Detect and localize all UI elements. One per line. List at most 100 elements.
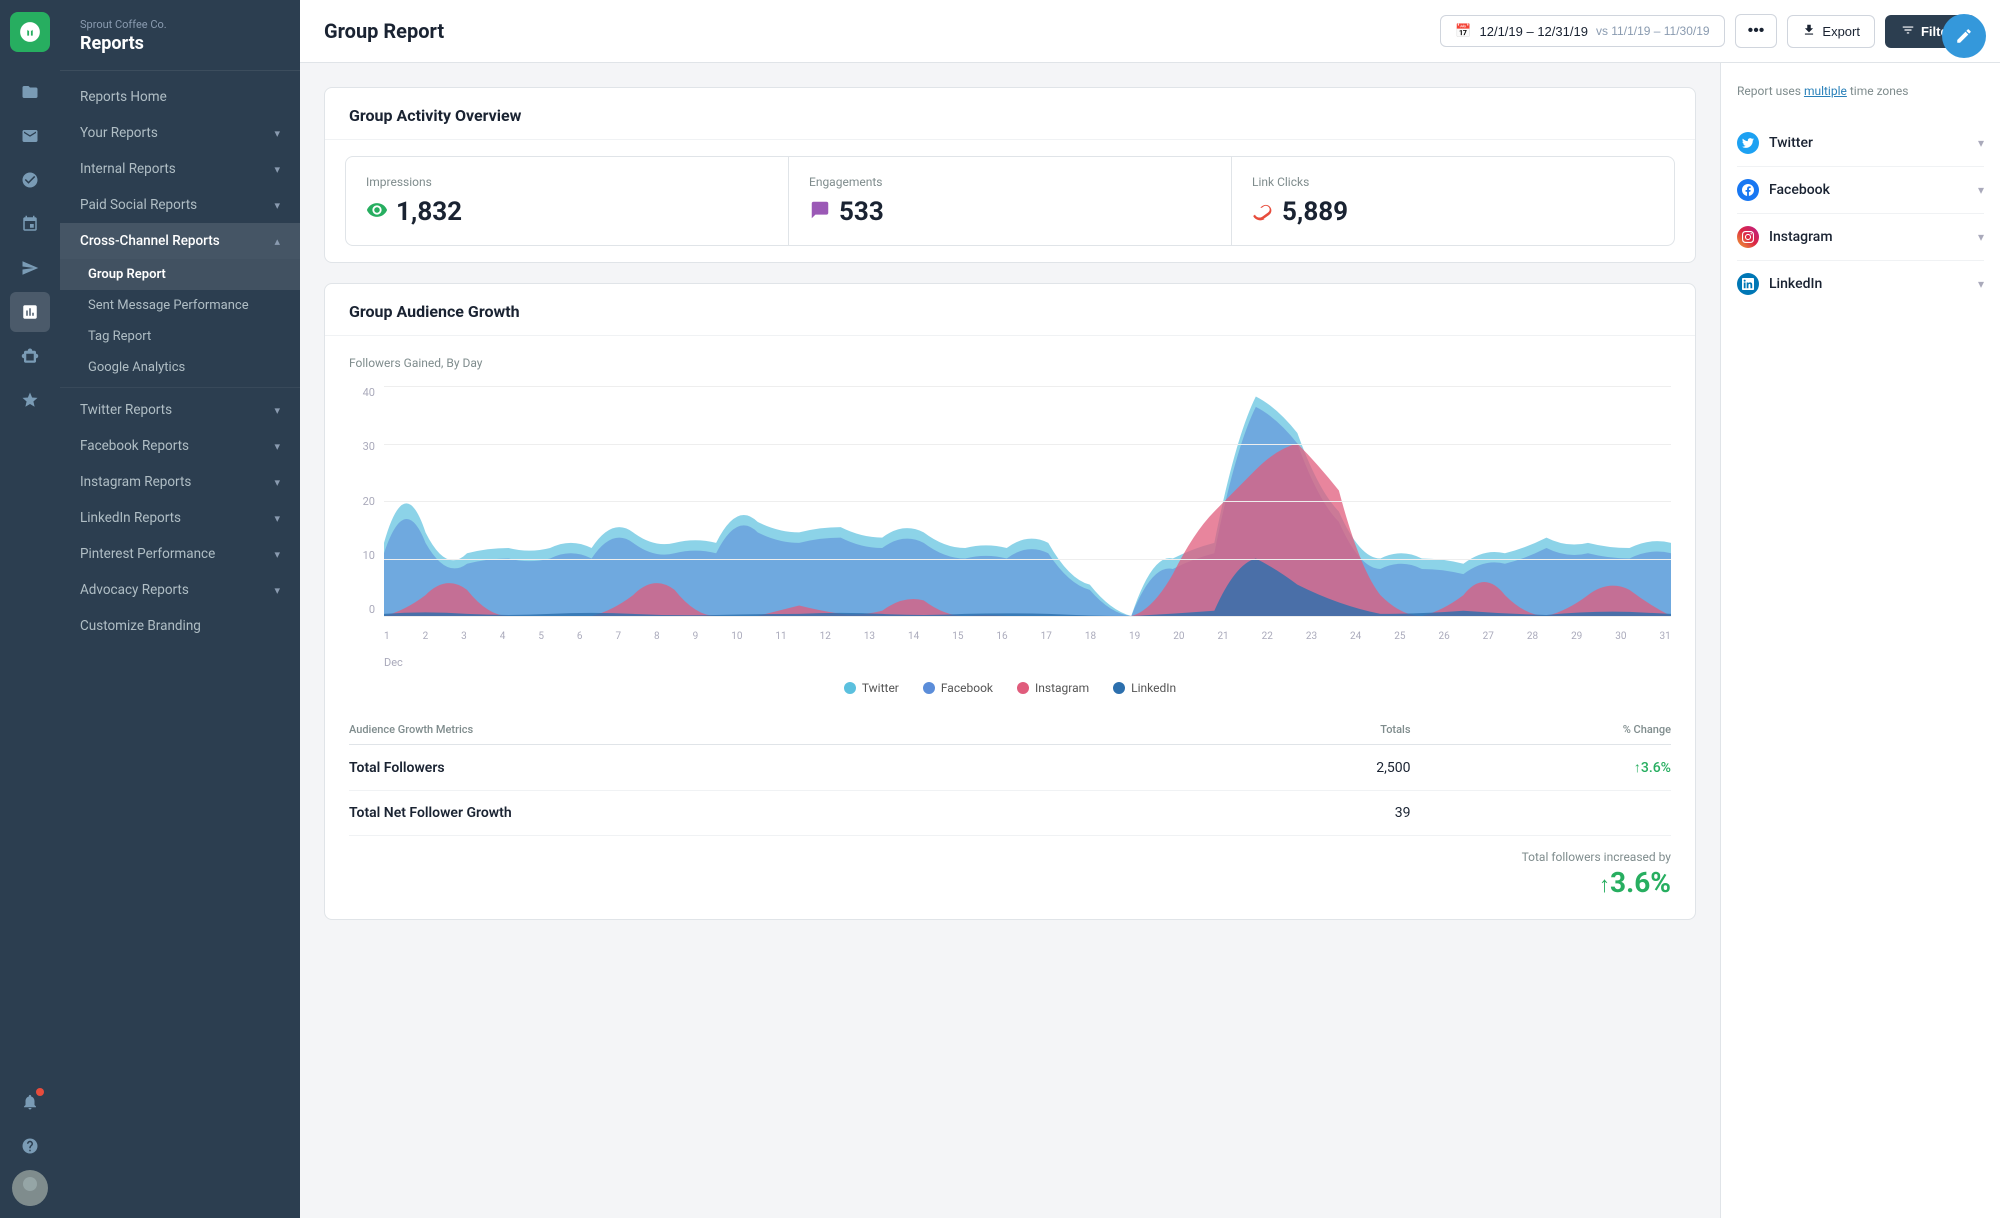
- right-panel: Report uses multiple time zones Twitter …: [1720, 63, 2000, 1218]
- chart-section: Followers Gained, By Day 40 30 20 10 0: [325, 336, 1695, 715]
- sidebar-sub-item-group-report[interactable]: Group Report: [60, 259, 300, 290]
- metrics-row: Impressions 1,832 Engagements: [345, 156, 1675, 246]
- content-wrapper: Group Activity Overview Impressions 1,83…: [300, 63, 2000, 1218]
- engagements-icon: [809, 199, 831, 226]
- metric-link-clicks-label: Link Clicks: [1252, 175, 1654, 189]
- nav-icon-help[interactable]: [10, 1126, 50, 1166]
- table-row-net-growth: Total Net Follower Growth 39: [349, 791, 1671, 836]
- logo[interactable]: [10, 12, 50, 52]
- sidebar: Sprout Coffee Co. Reports Reports Home Y…: [60, 0, 300, 1218]
- chevron-down-icon: ▾: [274, 440, 280, 453]
- table-row-followers: Total Followers 2,500 ↑3.6%: [349, 745, 1671, 791]
- nav-icon-bot[interactable]: [10, 336, 50, 376]
- top-bar-actions: 📅 12/1/19 – 12/31/19 vs 11/1/19 – 11/30/…: [1440, 14, 1976, 48]
- chevron-down-icon: ▾: [274, 163, 280, 176]
- sidebar-sub-item-sent-message[interactable]: Sent Message Performance: [60, 290, 300, 321]
- nav-icon-folder[interactable]: [10, 72, 50, 112]
- sidebar-item-your-reports[interactable]: Your Reports ▾: [60, 115, 300, 151]
- legend-instagram-dot: [1017, 682, 1029, 694]
- grid-lines: [384, 386, 1671, 616]
- network-filter-instagram[interactable]: Instagram ▾: [1737, 214, 1984, 261]
- impressions-icon: [366, 199, 388, 226]
- sidebar-item-facebook-reports[interactable]: Facebook Reports ▾: [60, 428, 300, 464]
- instagram-icon: [1737, 226, 1759, 248]
- nav-icon-inbox[interactable]: [10, 116, 50, 156]
- sidebar-item-linkedin-reports[interactable]: LinkedIn Reports ▾: [60, 500, 300, 536]
- y-axis: 40 30 20 10 0: [349, 386, 379, 616]
- main-content: Group Activity Overview Impressions 1,83…: [300, 63, 1720, 1218]
- sidebar-header: Sprout Coffee Co. Reports: [60, 0, 300, 71]
- metric-label-net-growth: Total Net Follower Growth: [349, 791, 1226, 836]
- metric-engagements-label: Engagements: [809, 175, 1211, 189]
- export-button[interactable]: Export: [1787, 15, 1875, 48]
- timezone-note: Report uses multiple time zones: [1737, 83, 1984, 100]
- sidebar-item-cross-channel[interactable]: Cross-Channel Reports ▴: [60, 223, 300, 259]
- nav-icon-star[interactable]: [10, 380, 50, 420]
- legend-twitter-label: Twitter: [862, 681, 899, 695]
- sidebar-item-internal-reports[interactable]: Internal Reports ▾: [60, 151, 300, 187]
- metric-total-followers: 2,500: [1226, 745, 1411, 791]
- top-bar: Group Report 📅 12/1/19 – 12/31/19 vs 11/…: [300, 0, 2000, 63]
- nav-icon-bell[interactable]: [10, 1082, 50, 1122]
- more-options-button[interactable]: •••: [1735, 14, 1778, 48]
- chevron-down-icon: ▾: [274, 127, 280, 140]
- legend-linkedin-dot: [1113, 682, 1125, 694]
- chart-inner: [384, 386, 1671, 616]
- metric-change-followers: ↑3.6%: [1411, 745, 1672, 791]
- growth-pct: ↑3.6%: [349, 866, 1671, 899]
- network-filter-facebook[interactable]: Facebook ▾: [1737, 167, 1984, 214]
- chart-legend: Twitter Facebook Instagram LinkedIn: [349, 681, 1671, 695]
- icon-rail: [0, 0, 60, 1218]
- chevron-down-icon: ▾: [1978, 277, 1984, 291]
- sidebar-item-paid-social[interactable]: Paid Social Reports ▾: [60, 187, 300, 223]
- network-label-instagram: Instagram: [1769, 229, 1833, 245]
- metric-total-net-growth: 39: [1226, 791, 1411, 836]
- legend-twitter: Twitter: [844, 681, 899, 695]
- sidebar-item-pinterest[interactable]: Pinterest Performance ▾: [60, 536, 300, 572]
- network-filter-linkedin[interactable]: LinkedIn ▾: [1737, 261, 1984, 307]
- sidebar-item-advocacy[interactable]: Advocacy Reports ▾: [60, 572, 300, 608]
- audience-growth-card: Group Audience Growth Followers Gained, …: [324, 283, 1696, 920]
- sidebar-item-instagram-reports[interactable]: Instagram Reports ▾: [60, 464, 300, 500]
- edit-fab-button[interactable]: [1942, 14, 1986, 58]
- chevron-down-icon: ▾: [1978, 136, 1984, 150]
- legend-instagram: Instagram: [1017, 681, 1089, 695]
- network-filter-twitter[interactable]: Twitter ▾: [1737, 120, 1984, 167]
- metric-impressions-label: Impressions: [366, 175, 768, 189]
- vs-range: vs 11/1/19 – 11/30/19: [1596, 24, 1710, 38]
- chevron-down-icon: ▾: [274, 476, 280, 489]
- link-clicks-icon: [1252, 199, 1274, 226]
- sidebar-item-twitter-reports[interactable]: Twitter Reports ▾: [60, 392, 300, 428]
- export-icon: [1802, 23, 1816, 40]
- sidebar-item-reports-home[interactable]: Reports Home: [60, 79, 300, 115]
- timezone-link[interactable]: multiple: [1804, 84, 1847, 98]
- nav-icon-reports[interactable]: [10, 292, 50, 332]
- metric-engagements-value: 533: [809, 197, 1211, 227]
- sidebar-sub-item-tag-report[interactable]: Tag Report: [60, 321, 300, 352]
- user-avatar[interactable]: [12, 1170, 48, 1206]
- legend-facebook-dot: [923, 682, 935, 694]
- audience-growth-title: Group Audience Growth: [325, 284, 1695, 336]
- legend-facebook: Facebook: [923, 681, 993, 695]
- company-name: Sprout Coffee Co.: [80, 18, 280, 31]
- col-header-change: % Change: [1411, 715, 1672, 745]
- x-axis-sublabel: Dec: [384, 656, 1671, 669]
- app-title: Reports: [80, 33, 280, 54]
- filter-icon: [1901, 23, 1915, 40]
- nav-icon-compose[interactable]: [10, 248, 50, 288]
- export-label: Export: [1822, 24, 1860, 39]
- network-label-linkedin: LinkedIn: [1769, 276, 1822, 292]
- date-range-button[interactable]: 📅 12/1/19 – 12/31/19 vs 11/1/19 – 11/30/…: [1440, 15, 1724, 47]
- sidebar-item-customize[interactable]: Customize Branding: [60, 608, 300, 644]
- activity-overview-title: Group Activity Overview: [325, 88, 1695, 140]
- sidebar-sub-item-google-analytics[interactable]: Google Analytics: [60, 352, 300, 383]
- chevron-up-icon: ▴: [274, 235, 280, 248]
- network-label-facebook: Facebook: [1769, 182, 1830, 198]
- calendar-icon: 📅: [1455, 23, 1471, 39]
- legend-linkedin-label: LinkedIn: [1131, 681, 1176, 695]
- nav-icon-tasks[interactable]: [10, 160, 50, 200]
- nav-icon-pin[interactable]: [10, 204, 50, 244]
- x-axis: 1 2 3 4 5 6 7 8 9 10 11 12 13: [384, 626, 1671, 646]
- legend-twitter-dot: [844, 682, 856, 694]
- metric-engagements: Engagements 533: [789, 157, 1232, 245]
